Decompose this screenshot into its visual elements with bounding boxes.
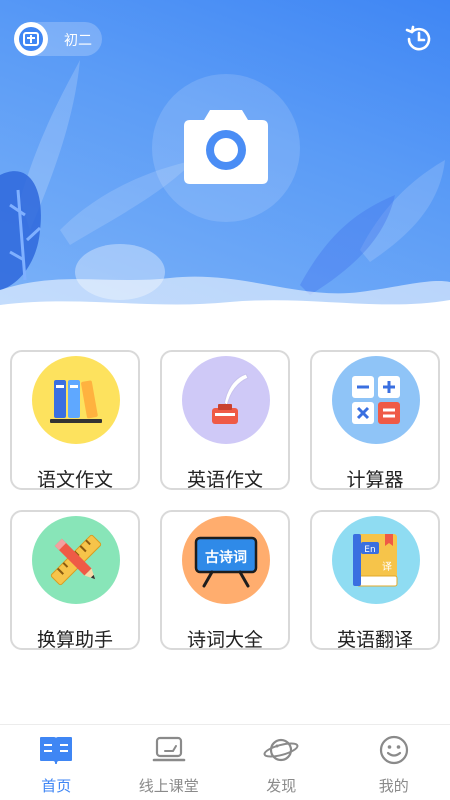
tab-label: 发现 [266,777,297,795]
feature-label: 英语作文 [186,469,263,491]
laptop-icon [151,733,187,767]
inkwell-quill-icon [182,356,270,444]
hero-banner: 初二 [0,0,450,325]
feature-grid: 语文作文 英语作文 计算器 换算助手 古诗词 诗词大全 En 译 英语翻译 [10,350,442,651]
feature-card-chinese-essay[interactable]: 语文作文 [10,350,140,491]
smiley-face-icon [376,733,412,767]
bottom-tab-bar: 首页 线上课堂 发现 我的 [0,724,450,800]
tab-label: 首页 [41,777,72,795]
feature-card-calculator[interactable]: 计算器 [310,350,440,491]
camera-icon [184,110,268,184]
logo-icon [23,32,39,46]
camera-scan-button[interactable] [182,104,270,186]
grade-selector[interactable]: 初二 [14,22,102,56]
feature-label: 诗词大全 [186,629,263,651]
feature-label: 语文作文 [36,469,113,491]
app-logo [14,22,48,56]
translate-badge-en: En [364,545,375,555]
history-button[interactable] [402,22,436,56]
tab-discover[interactable]: 发现 [225,725,338,800]
tab-label: 我的 [378,777,409,795]
feature-card-english-essay[interactable]: 英语作文 [160,350,290,491]
poetry-badge-text: 古诗词 [205,549,247,566]
dictionary-book-icon: En 译 [332,516,420,604]
history-clock-icon [405,25,431,51]
calculator-icon [332,356,420,444]
tab-profile[interactable]: 我的 [338,725,450,800]
feature-label: 换算助手 [36,629,113,651]
tab-label: 线上课堂 [138,777,199,795]
translate-badge-zh: 译 [382,561,392,573]
feature-card-translation[interactable]: En 译 英语翻译 [310,510,440,651]
book-open-icon [38,733,74,767]
feature-card-poetry[interactable]: 古诗词 诗词大全 [160,510,290,651]
feature-label: 英语翻译 [336,629,413,651]
tab-home[interactable]: 首页 [0,725,113,800]
tab-online-class[interactable]: 线上课堂 [113,725,226,800]
feature-label: 计算器 [346,469,404,491]
books-icon [32,356,120,444]
ruler-pencil-icon [32,516,120,604]
feature-card-unit-converter[interactable]: 换算助手 [10,510,140,651]
grade-label: 初二 [64,33,92,49]
planet-icon [263,733,299,767]
poetry-board-icon: 古诗词 [182,516,270,604]
